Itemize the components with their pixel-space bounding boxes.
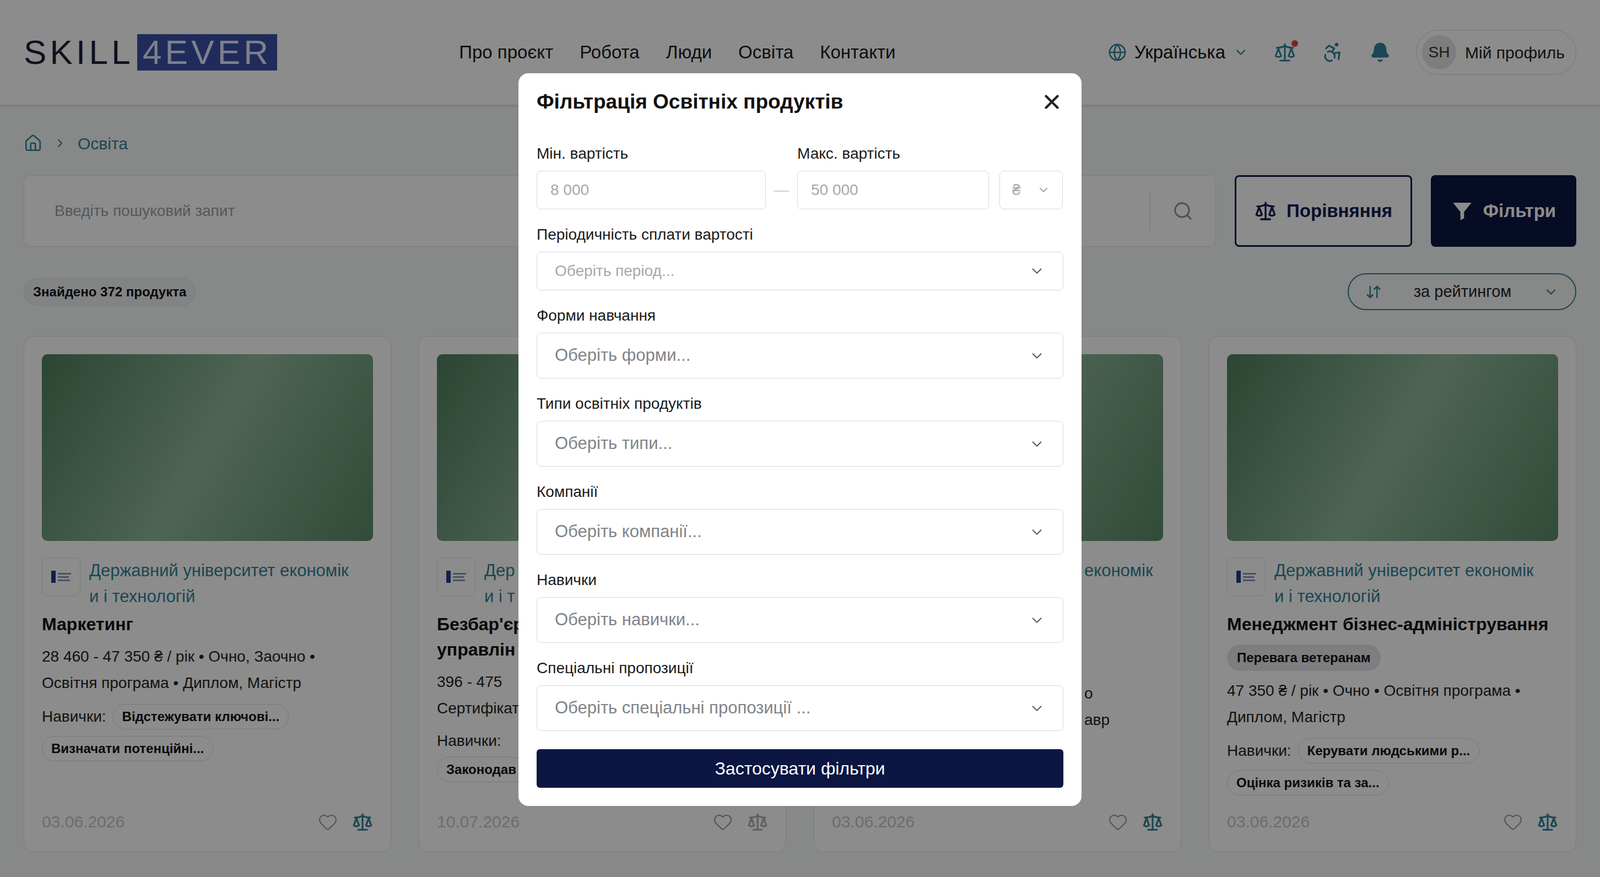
field-label: Форми навчання (536, 306, 1064, 325)
select-field[interactable]: Оберіть форми... (536, 332, 1064, 379)
select-field[interactable]: Оберіть період... (536, 251, 1064, 291)
apply-filters-button[interactable]: Застосувати фільтри (536, 749, 1064, 788)
chevron-down-icon (1028, 435, 1046, 453)
select-field[interactable]: Оберіть спеціальні пропозиції ... (536, 685, 1064, 732)
chevron-down-icon (1028, 523, 1046, 541)
chevron-down-icon (1028, 700, 1046, 717)
field-label: Спеціальні пропозиції (536, 659, 1064, 678)
modal-title: Фільтрація Освітніх продуктів (536, 89, 843, 115)
currency-select[interactable]: ₴ (999, 170, 1063, 210)
select-field[interactable]: Оберіть типи... (536, 420, 1064, 467)
field-label: Мін. вартість (536, 144, 766, 163)
page: SKILL4EVERПро проєктРоботаЛюдиОсвітаКонт… (0, 0, 1600, 877)
chevron-down-icon (1036, 183, 1051, 197)
max-price-input[interactable] (797, 170, 989, 210)
chevron-down-icon (1028, 262, 1046, 280)
min-price-input[interactable] (536, 170, 766, 210)
filter-modal: Фільтрація Освітніх продуктів Мін. вартіс… (518, 73, 1082, 807)
field-label: Періодичність сплати вартості (536, 225, 1064, 244)
range-separator: — (765, 170, 798, 210)
field-label: Компанії (536, 483, 1064, 501)
close-icon[interactable] (1040, 90, 1064, 114)
select-field[interactable]: Оберіть навички... (536, 597, 1064, 643)
select-field[interactable]: Оберіть компанії... (536, 509, 1064, 555)
field-label: Макс. вартість (797, 144, 989, 163)
chevron-down-icon (1028, 612, 1046, 629)
field-label: Типи освітніх продуктів (536, 395, 1064, 413)
chevron-down-icon (1028, 347, 1046, 365)
field-label: Навички (536, 571, 1064, 589)
